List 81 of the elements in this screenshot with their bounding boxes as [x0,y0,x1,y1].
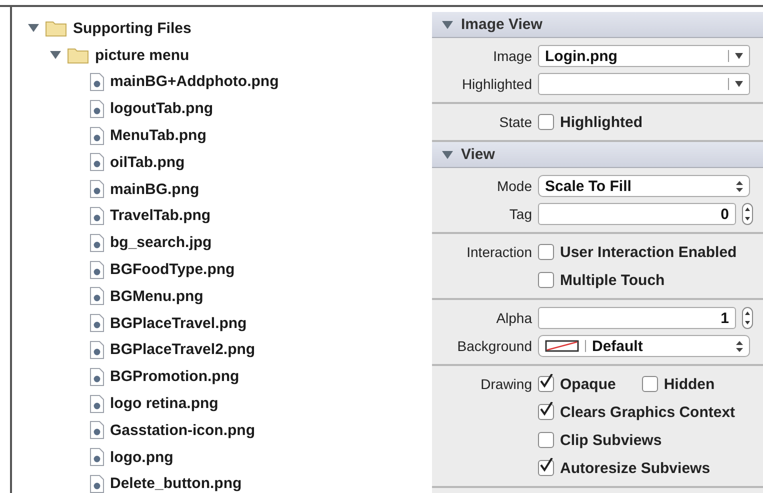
checkbox-square[interactable] [642,376,658,392]
number-field[interactable]: 1 [538,307,736,329]
checkbox[interactable]: Clip Subviews [538,432,662,448]
section-header[interactable]: View [432,142,763,168]
checkbox[interactable]: Highlighted [538,114,642,130]
image-file-icon [90,314,104,332]
checkbox[interactable]: User Interaction Enabled [538,244,737,260]
property-label: Mode [496,178,532,194]
file-name[interactable]: Gasstation-icon.png [110,422,256,439]
section-title: Image View [461,16,542,33]
image-file-icon [90,448,104,466]
checkbox-square[interactable] [538,376,554,392]
file-name[interactable]: BGFoodType.png [110,261,235,278]
checkbox[interactable]: Opaque [538,376,616,392]
image-file-icon [90,234,104,252]
dropdown-caret-icon [735,81,743,87]
property-label: Drawing [480,376,532,392]
image-file-icon [90,421,104,440]
file-name[interactable]: MenuTab.png [110,127,206,144]
up-down-arrows-icon [736,180,743,192]
popup-button[interactable]: Scale To Fill [538,175,750,197]
disclosure-triangle-icon[interactable] [442,150,453,160]
checkbox[interactable]: Autoresize Subviews [538,460,710,476]
property-label: Background [456,338,532,354]
combo-field[interactable] [538,73,750,95]
file-name[interactable]: BGPlaceTravel2.png [110,341,256,358]
folder-icon [67,46,89,64]
folder-name[interactable]: picture menu [95,46,190,64]
property-label: Highlighted [460,76,532,92]
file-name[interactable]: mainBG.png [110,180,200,198]
stepper-icon[interactable] [742,203,753,225]
combo-field[interactable]: Login.png [538,45,750,67]
image-file-icon [90,287,104,306]
file-name[interactable]: logoutTab.png [110,100,214,118]
disclosure-triangle-icon[interactable] [28,23,39,34]
image-file-icon [90,260,104,279]
file-name[interactable]: mainBG+Addphoto.png [110,73,279,90]
disclosure-triangle-icon[interactable] [50,50,61,60]
stepper-icon[interactable] [742,307,753,329]
checkbox[interactable]: Clears Graphics Context [538,404,736,420]
image-file-icon [90,394,104,413]
empty-color-swatch-icon [545,340,579,352]
property-label: Interaction [466,244,532,260]
dropdown-caret-icon [735,53,743,59]
checkbox[interactable]: Hidden [642,376,715,392]
checkbox-square[interactable] [538,404,554,420]
file-name[interactable]: logo retina.png [110,395,218,412]
image-file-icon [90,180,104,198]
image-file-icon [90,126,104,145]
folder-name[interactable]: Supporting Files [73,20,192,37]
image-file-icon [90,153,104,172]
property-label: Tag [508,206,532,222]
file-name[interactable]: BGMenu.png [110,288,204,305]
checkbox-square[interactable] [538,432,554,448]
checkbox-square[interactable] [538,272,554,288]
file-name[interactable]: bg_search.jpg [110,234,212,252]
file-name[interactable]: logo.png [110,448,174,466]
checkbox[interactable]: Multiple Touch [538,272,665,288]
property-label: Alpha [495,310,532,326]
file-name[interactable]: BGPromotion.png [110,368,240,386]
file-name[interactable]: TravelTab.png [110,207,211,224]
image-file-icon [90,72,104,91]
section-header[interactable]: Image View [432,12,763,38]
file-name[interactable]: Delete_button.png [110,475,242,492]
up-down-arrows-icon [736,340,743,352]
property-label: State [498,114,532,130]
checkbox-square[interactable] [538,460,554,476]
checkbox-square[interactable] [538,244,554,260]
property-label: Image [492,48,532,64]
file-name[interactable]: oilTab.png [110,154,185,171]
section-title: View [461,146,495,163]
folder-icon [45,20,67,37]
number-field[interactable]: 0 [538,203,736,225]
file-name[interactable]: BGPlaceTravel.png [110,314,247,332]
image-file-icon [90,340,104,359]
disclosure-triangle-icon[interactable] [442,20,453,30]
image-file-icon [90,368,104,386]
checkbox-square[interactable] [538,114,554,130]
color-popup-button[interactable]: Default [538,335,750,357]
image-file-icon [90,206,104,225]
image-file-icon [90,100,104,118]
